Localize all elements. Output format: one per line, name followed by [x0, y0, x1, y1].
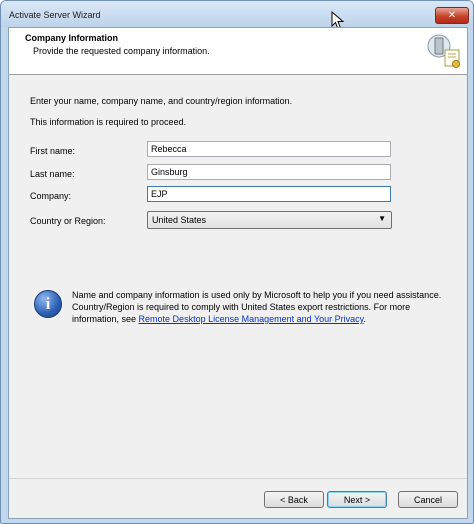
- wizard-header: Company Information Provide the requeste…: [9, 28, 467, 75]
- cancel-button[interactable]: Cancel: [398, 491, 458, 508]
- wizard-client-area: Company Information Provide the requeste…: [8, 27, 468, 519]
- company-field[interactable]: [147, 186, 391, 202]
- close-button[interactable]: ✕: [435, 7, 469, 24]
- first-name-label: First name:: [30, 146, 76, 156]
- required-note: This information is required to proceed.: [30, 117, 187, 127]
- privacy-info-trailing: .: [363, 314, 367, 324]
- wizard-window: Activate Server Wizard ✕ Company Informa…: [0, 0, 474, 524]
- company-label: Company:: [30, 191, 72, 201]
- last-name-field[interactable]: [147, 164, 391, 180]
- page-title: Company Information: [25, 33, 119, 43]
- country-select-value: United States: [152, 215, 207, 225]
- window-title: Activate Server Wizard: [9, 10, 101, 20]
- privacy-info-text: Name and company information is used onl…: [72, 289, 457, 325]
- first-name-field[interactable]: [147, 141, 391, 157]
- server-certificate-icon: [427, 34, 460, 68]
- page-subtitle: Provide the requested company informatio…: [33, 46, 210, 56]
- chevron-down-icon: ▼: [378, 214, 386, 223]
- next-button[interactable]: Next >: [327, 491, 387, 508]
- info-icon: i: [34, 290, 62, 318]
- footer-divider: [9, 478, 467, 479]
- back-button[interactable]: < Back: [264, 491, 324, 508]
- title-bar[interactable]: Activate Server Wizard ✕: [1, 1, 473, 27]
- country-label: Country or Region:: [30, 216, 106, 226]
- privacy-link[interactable]: Remote Desktop License Management and Yo…: [139, 314, 364, 324]
- instruction-text: Enter your name, company name, and count…: [30, 96, 293, 106]
- last-name-label: Last name:: [30, 169, 75, 179]
- country-select[interactable]: United States ▼: [147, 211, 392, 229]
